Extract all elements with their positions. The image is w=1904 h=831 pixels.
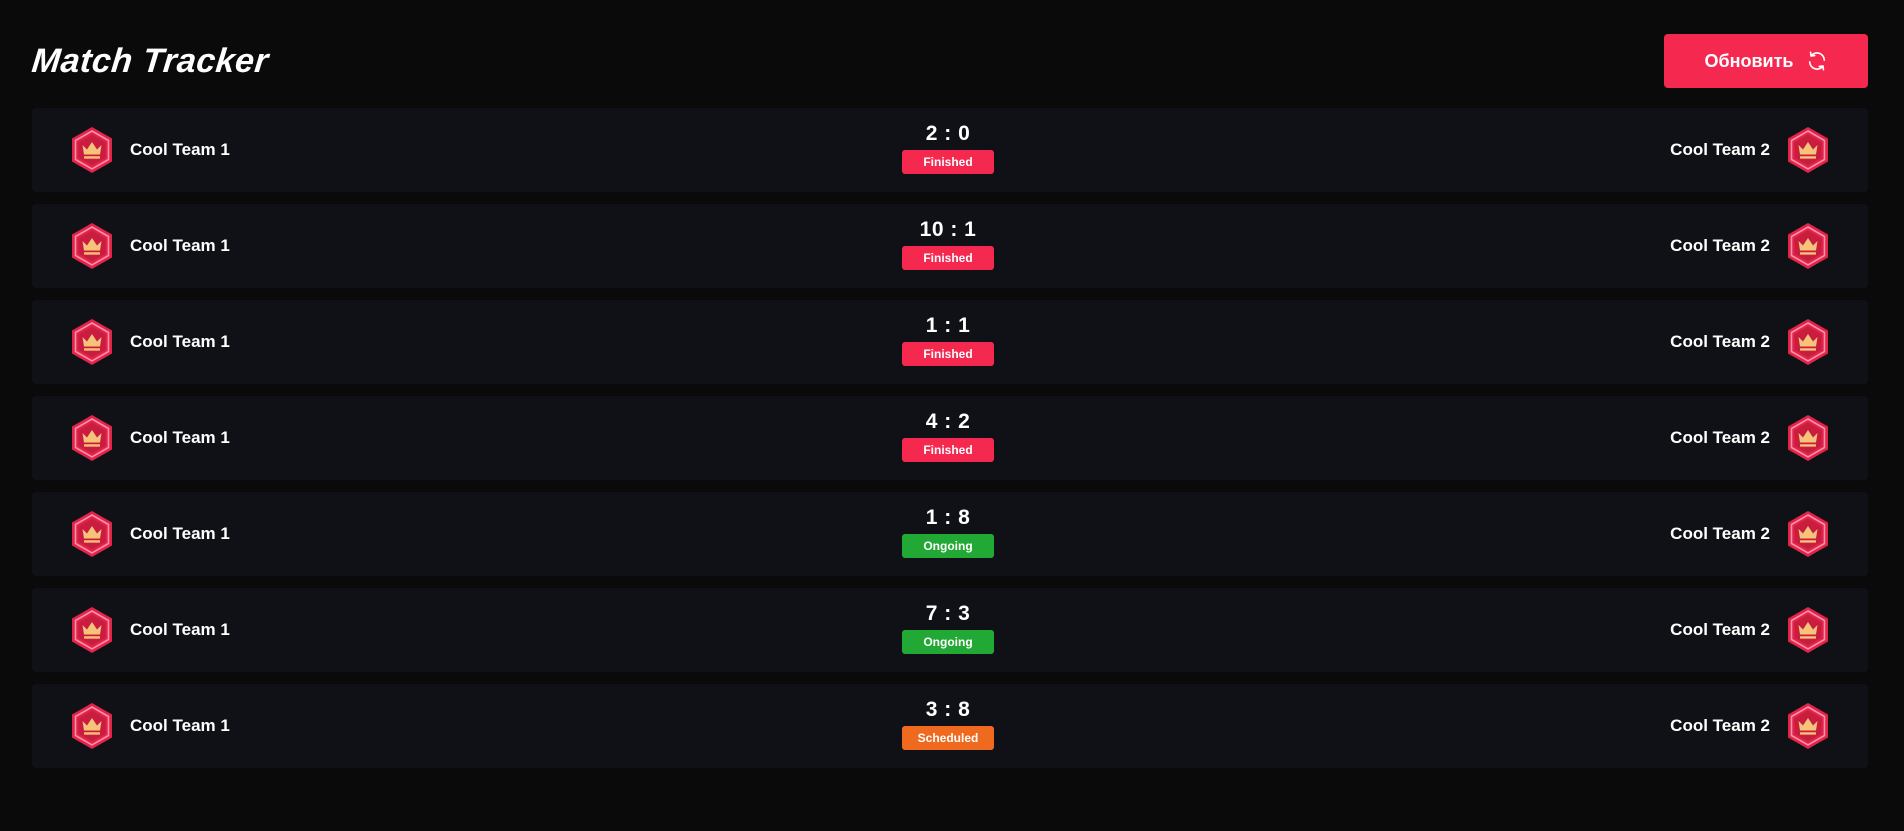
- match-row[interactable]: Cool Team 1 3 : 8 Scheduled Cool Team 2: [32, 684, 1868, 768]
- status-badge: Ongoing: [902, 534, 994, 558]
- crown-shield-icon: [70, 510, 114, 558]
- match-list: Cool Team 1 2 : 0 Finished Cool Team 2 C…: [32, 108, 1868, 768]
- match-center: 3 : 8 Scheduled: [902, 698, 994, 750]
- crown-shield-icon: [1786, 702, 1830, 750]
- home-team-name: Cool Team 1: [130, 524, 230, 543]
- status-badge: Finished: [902, 150, 994, 174]
- refresh-button[interactable]: Обновить: [1664, 34, 1868, 88]
- home-team: Cool Team 1: [70, 396, 230, 480]
- match-score: 1 : 8: [925, 506, 971, 529]
- crown-shield-icon: [70, 702, 114, 750]
- home-team: Cool Team 1: [70, 300, 230, 384]
- away-team: Cool Team 2: [1670, 396, 1830, 480]
- away-team: Cool Team 2: [1670, 588, 1830, 672]
- match-row[interactable]: Cool Team 1 1 : 8 Ongoing Cool Team 2: [32, 492, 1868, 576]
- match-center: 7 : 3 Ongoing: [902, 602, 994, 654]
- home-team-name: Cool Team 1: [130, 236, 230, 255]
- home-team-name: Cool Team 1: [130, 620, 230, 639]
- home-team: Cool Team 1: [70, 204, 230, 288]
- crown-shield-icon: [1786, 222, 1830, 270]
- crown-shield-icon: [70, 318, 114, 366]
- match-score: 3 : 8: [925, 698, 971, 721]
- match-center: 2 : 0 Finished: [902, 122, 994, 174]
- match-center: 4 : 2 Finished: [902, 410, 994, 462]
- match-center: 10 : 1 Finished: [902, 218, 994, 270]
- away-team: Cool Team 2: [1670, 300, 1830, 384]
- crown-shield-icon: [70, 126, 114, 174]
- status-badge: Scheduled: [902, 726, 994, 750]
- refresh-button-label: Обновить: [1704, 50, 1794, 71]
- away-team-name: Cool Team 2: [1670, 332, 1770, 351]
- match-score: 7 : 3: [925, 602, 971, 625]
- away-team: Cool Team 2: [1670, 492, 1830, 576]
- away-team: Cool Team 2: [1670, 108, 1830, 192]
- home-team: Cool Team 1: [70, 492, 230, 576]
- away-team-name: Cool Team 2: [1670, 524, 1770, 543]
- match-row[interactable]: Cool Team 1 7 : 3 Ongoing Cool Team 2: [32, 588, 1868, 672]
- home-team: Cool Team 1: [70, 588, 230, 672]
- away-team-name: Cool Team 2: [1670, 140, 1770, 159]
- match-center: 1 : 1 Finished: [902, 314, 994, 366]
- away-team: Cool Team 2: [1670, 684, 1830, 768]
- crown-shield-icon: [1786, 414, 1830, 462]
- match-row[interactable]: Cool Team 1 1 : 1 Finished Cool Team 2: [32, 300, 1868, 384]
- match-row[interactable]: Cool Team 1 2 : 0 Finished Cool Team 2: [32, 108, 1868, 192]
- away-team-name: Cool Team 2: [1670, 236, 1770, 255]
- status-badge: Ongoing: [902, 630, 994, 654]
- crown-shield-icon: [1786, 126, 1830, 174]
- match-score: 4 : 2: [925, 410, 971, 433]
- match-row[interactable]: Cool Team 1 4 : 2 Finished Cool Team 2: [32, 396, 1868, 480]
- match-score: 1 : 1: [925, 314, 971, 337]
- page-title: Match Tracker: [30, 41, 271, 80]
- crown-shield-icon: [70, 222, 114, 270]
- away-team-name: Cool Team 2: [1670, 620, 1770, 639]
- refresh-icon: [1806, 50, 1828, 72]
- away-team-name: Cool Team 2: [1670, 428, 1770, 447]
- match-center: 1 : 8 Ongoing: [902, 506, 994, 558]
- status-badge: Finished: [902, 342, 994, 366]
- crown-shield-icon: [70, 414, 114, 462]
- crown-shield-icon: [1786, 510, 1830, 558]
- home-team-name: Cool Team 1: [130, 140, 230, 159]
- away-team: Cool Team 2: [1670, 204, 1830, 288]
- match-score: 2 : 0: [925, 122, 971, 145]
- crown-shield-icon: [1786, 606, 1830, 654]
- page-header: Match Tracker Обновить: [30, 34, 1868, 88]
- crown-shield-icon: [70, 606, 114, 654]
- status-badge: Finished: [902, 246, 994, 270]
- home-team-name: Cool Team 1: [130, 332, 230, 351]
- home-team: Cool Team 1: [70, 108, 230, 192]
- match-row[interactable]: Cool Team 1 10 : 1 Finished Cool Team 2: [32, 204, 1868, 288]
- crown-shield-icon: [1786, 318, 1830, 366]
- match-score: 10 : 1: [919, 218, 977, 241]
- home-team-name: Cool Team 1: [130, 716, 230, 735]
- home-team-name: Cool Team 1: [130, 428, 230, 447]
- home-team: Cool Team 1: [70, 684, 230, 768]
- status-badge: Finished: [902, 438, 994, 462]
- away-team-name: Cool Team 2: [1670, 716, 1770, 735]
